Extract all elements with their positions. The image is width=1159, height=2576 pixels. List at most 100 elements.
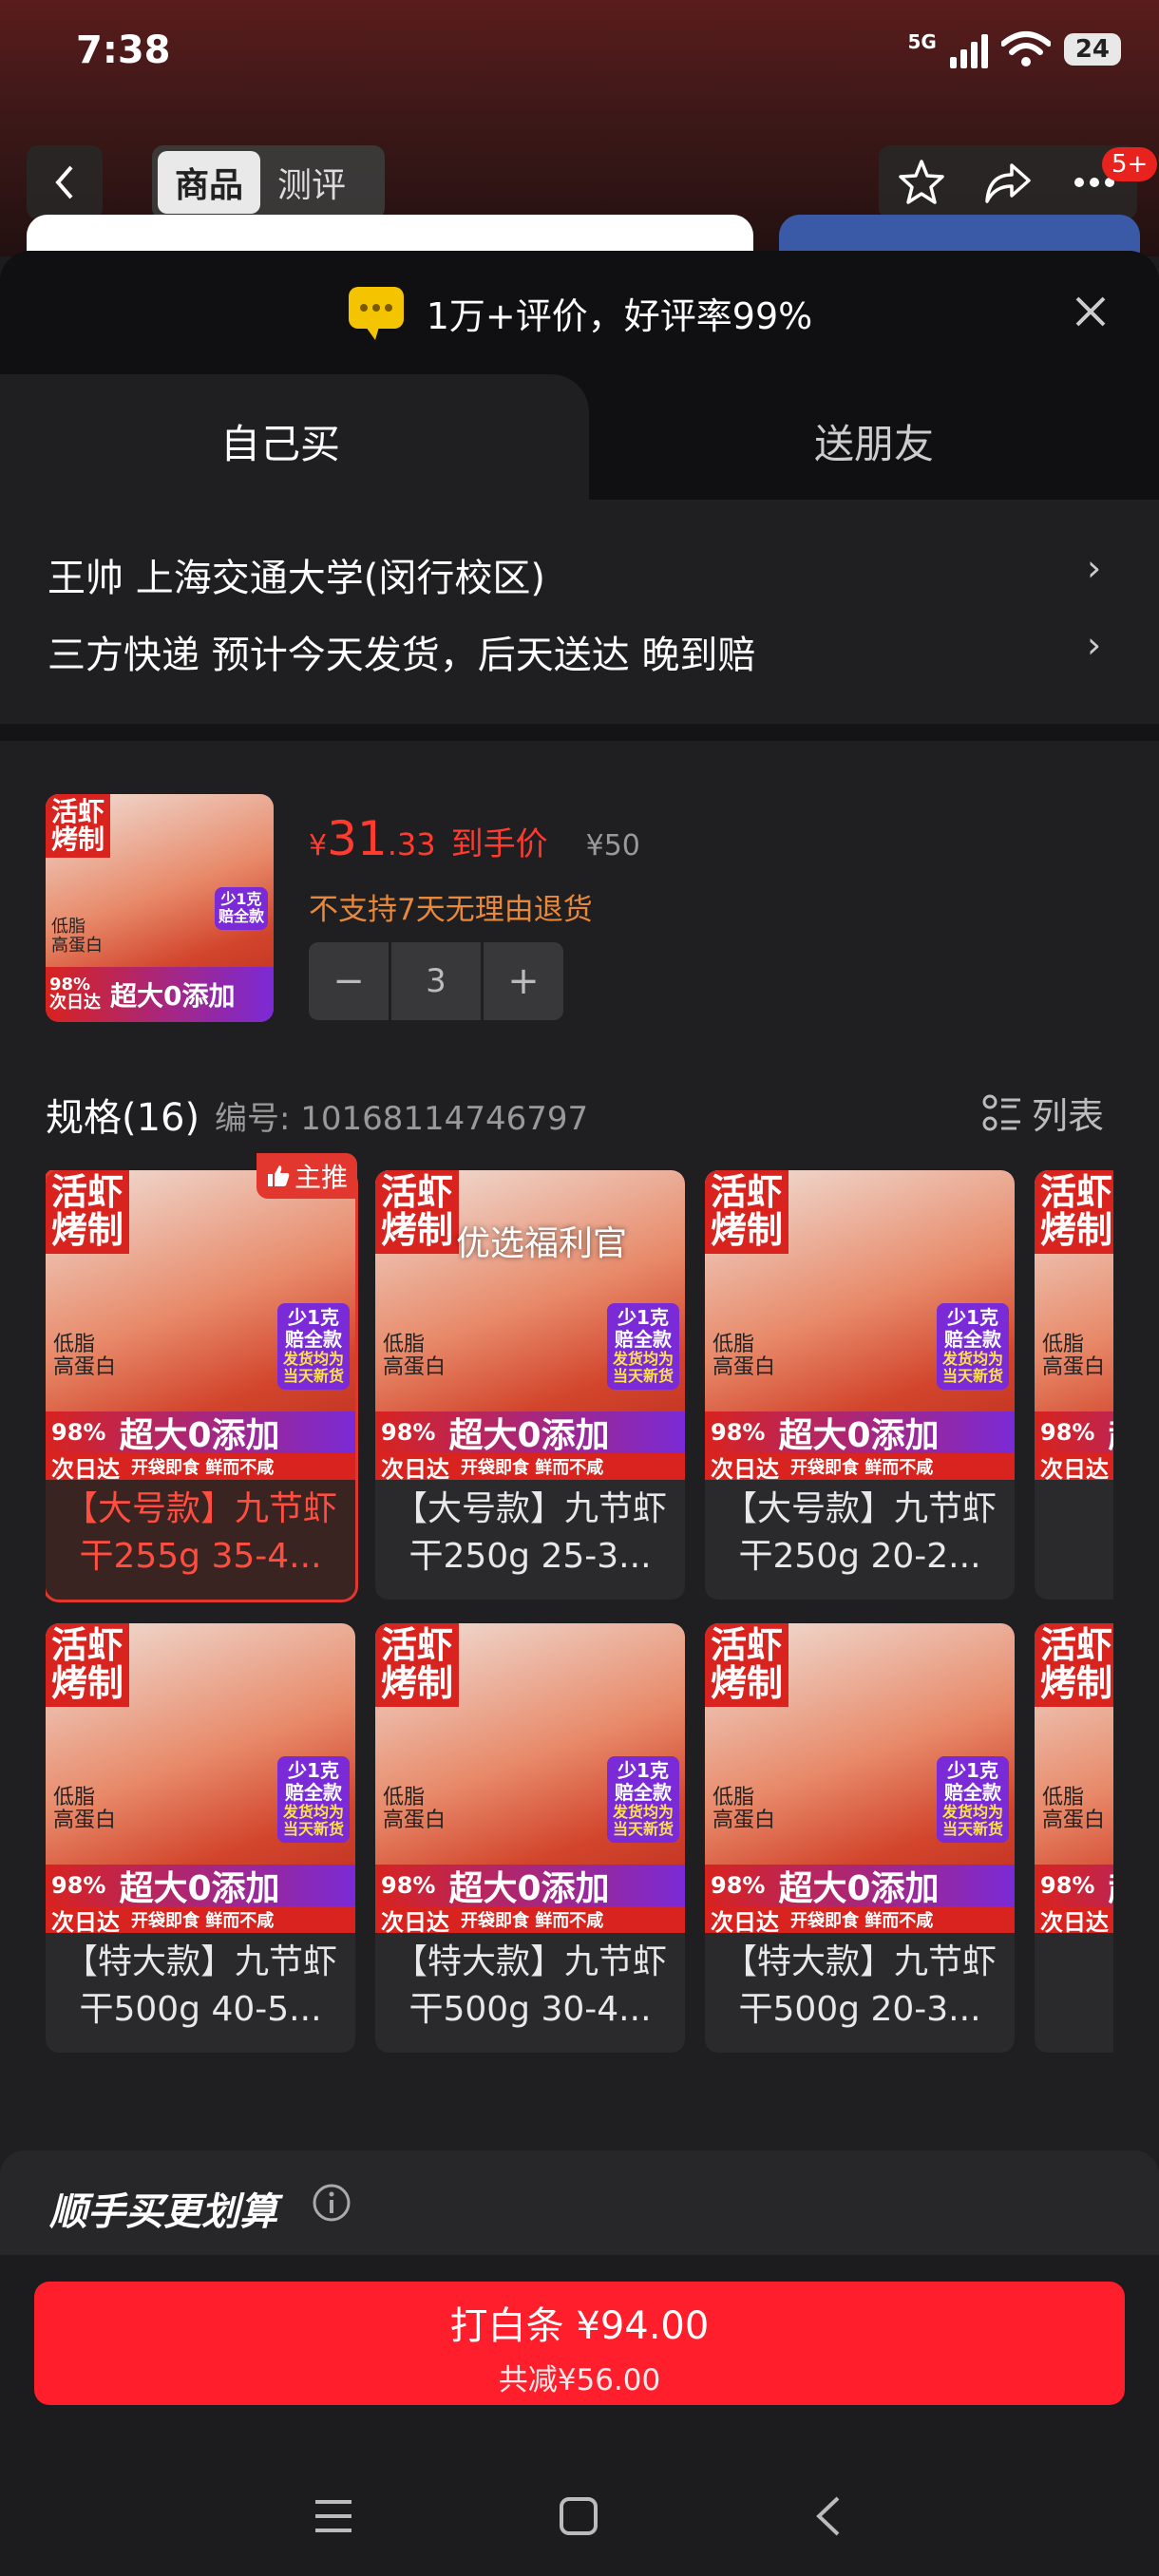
decrement-button[interactable]: − [309, 942, 389, 1020]
original-price: ¥50 [585, 829, 640, 862]
price-integer: 31 [327, 811, 388, 866]
spec-option-image: 活虾烤制少1克赔全款发货均为当天新货 低脂高蛋白 98%超大0添加次日达开袋即食 鲜… [375, 1623, 685, 1933]
image-tag: 活虾 烤制 [705, 1623, 789, 1707]
back-nav-icon[interactable] [808, 2494, 851, 2538]
star-icon[interactable] [897, 158, 946, 207]
increment-button[interactable]: + [484, 942, 563, 1020]
quantity-input[interactable]: 3 [391, 942, 481, 1020]
image-tag: 活虾 烤制 [705, 1170, 789, 1254]
thumb-tag: 活虾 烤制 [46, 794, 111, 858]
bundle-title: 顺手买更划算 [49, 2190, 277, 2234]
thumbs-up-icon [268, 1165, 290, 1186]
message-badge: 5+ [1102, 147, 1158, 181]
top-segment-control: 商品 测评 [152, 145, 385, 219]
delivery-row[interactable]: 三方快递 预计今天发货，后天送达 晚到赔 [48, 624, 755, 679]
image-side-badge: 少1克 赔全款 发货均为 当天新货 [276, 1303, 350, 1390]
image-tag: 活虾 烤制 [1035, 1170, 1113, 1254]
list-label: 列表 [1032, 1095, 1105, 1137]
price-decimal: .33 [387, 826, 436, 862]
info-icon[interactable] [312, 2183, 352, 2223]
spec-option-image: 活虾烤制少1克赔全款发货均为当天新货低脂高蛋白98%超大0添加次日达开袋即食 鲜… [1035, 1623, 1113, 1933]
delivery-chevron-icon: › [1087, 624, 1102, 666]
rating-row: 1万+评价，好评率99% [0, 279, 1159, 346]
recommend-badge: 主推 [256, 1153, 358, 1199]
spec-title: 规格(16) [46, 1096, 200, 1140]
spec-option-label: 【大号款】九节虾 干255g 35-4... [63, 1489, 337, 1577]
spec-option-image: 活虾烤制少1克赔全款发货均为当天新货低脂高蛋白98%超大0添加次日达开袋即食 鲜… [1035, 1170, 1113, 1480]
section-divider [0, 724, 1159, 741]
back-arrow-icon [55, 165, 73, 199]
spec-option-label: 【特 干 [1035, 1933, 1113, 2035]
spec-option-card[interactable]: 活虾烤制少1克赔全款发货均为当天新货 低脂高蛋白 98%超大0添加次日达开袋即食 鲜… [46, 1170, 358, 1602]
quantity-stepper: − 3 + [309, 942, 563, 1020]
comment-icon [348, 287, 404, 340]
return-policy: 不支持7天无理由退货 [309, 893, 593, 927]
spec-option-card[interactable]: 活虾烤制少1克赔全款发货均为当天新货低脂高蛋白98%超大0添加次日达开袋即食 鲜… [1035, 1623, 1113, 2053]
spec-option-image: 活虾烤制少1克赔全款发货均为当天新货低脂高蛋白98%超大0添加次日达开袋即食 鲜… [46, 1623, 355, 1933]
price-symbol: ¥ [309, 829, 328, 862]
image-tag: 活虾 烤制 [46, 1623, 130, 1707]
image-side-badge: 少1克 赔全款 发货均为 当天新货 [606, 1756, 679, 1843]
image-low-fat: 低脂 高蛋白 [53, 1786, 117, 1833]
image-low-fat: 低脂 高蛋白 [1042, 1333, 1106, 1380]
wifi-icon [1000, 31, 1051, 66]
thumb-band: 98% 次日达 超大0添加 [46, 967, 274, 1022]
price-label: 到手价 [450, 825, 548, 863]
network-label: 5G [907, 30, 937, 53]
image-band: 98%超大0添加次日达开袋即食 鲜而不咸 [1035, 1865, 1113, 1933]
tab-gift-to-friend[interactable]: 送朋友 [589, 412, 1159, 470]
image-side-badge: 少1克 赔全款 发货均为 当天新货 [936, 1756, 1009, 1843]
system-navigation-bar [0, 2460, 1159, 2576]
image-low-fat: 低脂 高蛋白 [53, 1333, 117, 1380]
close-icon[interactable] [1072, 293, 1110, 331]
purchase-sheet: 1万+评价，好评率99% 自己买 送朋友 王帅 上海交通大学(闵行校区) › 三… [0, 251, 1159, 2576]
spec-option-card[interactable]: 活虾烤制少1克赔全款发货均为当天新货 低脂高蛋白 98%超大0添加次日达开袋即食 鲜… [375, 1623, 685, 2053]
menu-icon[interactable] [312, 2494, 355, 2538]
share-icon[interactable] [983, 158, 1033, 207]
tab-reviews[interactable]: 测评 [260, 151, 363, 214]
tab-buy-for-self[interactable]: 自己买 [0, 412, 560, 470]
image-side-badge: 少1克 赔全款 发货均为 当天新货 [606, 1303, 679, 1390]
image-band: 98%超大0添加次日达开袋即食 鲜而不咸 [705, 1411, 1015, 1480]
home-icon[interactable] [557, 2494, 600, 2538]
status-time: 7:38 [76, 28, 171, 72]
address-row[interactable]: 王帅 上海交通大学(闵行校区) [48, 547, 545, 602]
spec-option-label: 【大号款】九节虾 干250g 20-2... [722, 1489, 997, 1577]
spec-option-label: 【特大款】九节虾 干500g 40-5... [63, 1942, 337, 2030]
status-icons: 5G 24 [907, 30, 1121, 68]
spec-option-label: 【大 干 [1035, 1480, 1113, 1582]
back-button[interactable] [27, 145, 103, 219]
spec-option-image: 活虾烤制少1克赔全款发货均为当天新货 低脂高蛋白 98%超大0添加次日达开袋即食 鲜… [705, 1623, 1015, 1933]
image-tag: 活虾 烤制 [375, 1170, 460, 1254]
image-band: 98%超大0添加次日达开袋即食 鲜而不咸 [1035, 1411, 1113, 1480]
image-low-fat: 低脂 高蛋白 [383, 1786, 446, 1833]
product-thumbnail[interactable]: 活虾 烤制 少1克 赔全款 低脂 高蛋白 98% 次日达 超大0添加 [46, 794, 274, 1022]
spec-option-card[interactable]: 活虾烤制少1克赔全款发货均为当天新货低脂高蛋白98%超大0添加次日达开袋即食 鲜… [1035, 1170, 1113, 1600]
top-actions [879, 145, 1137, 219]
list-view-toggle[interactable]: 列表 [982, 1087, 1104, 1139]
image-low-fat: 低脂 高蛋白 [1042, 1786, 1106, 1833]
image-low-fat: 低脂 高蛋白 [712, 1786, 776, 1833]
checkout-button[interactable]: 打白条 ¥94.00 共减¥56.00 [34, 2282, 1125, 2405]
spec-option-image: 活虾烤制少1克赔全款发货均为当天新货 低脂高蛋白 98%超大0添加次日达开袋即食 鲜… [46, 1170, 355, 1480]
image-band: 98%超大0添加次日达开袋即食 鲜而不咸 [46, 1411, 355, 1480]
spec-option-card[interactable]: 活虾烤制少1克赔全款发货均为当天新货低脂高蛋白98%超大0添加次日达开袋即食 鲜… [46, 1623, 355, 2053]
list-icon [982, 1094, 1020, 1130]
image-band: 98%超大0添加次日达开袋即食 鲜而不咸 [375, 1411, 685, 1480]
price-row: ¥ 31 .33 到手价 ¥50 [309, 811, 640, 866]
tab-goods[interactable]: 商品 [158, 151, 261, 214]
image-band: 98%超大0添加次日达开袋即食 鲜而不咸 [705, 1865, 1015, 1933]
spec-option-card[interactable]: 活虾烤制少1克赔全款发货均为当天新货低脂高蛋白98%超大0添加次日达开袋即食 鲜… [705, 1170, 1015, 1600]
spec-option-card[interactable]: 活虾烤制少1克赔全款发货均为当天新货 低脂高蛋白 98%超大0添加次日达开袋即食 鲜… [705, 1623, 1015, 2053]
image-band: 98%超大0添加次日达开袋即食 鲜而不咸 [46, 1865, 355, 1933]
spec-option-label: 【特大款】九节虾 干500g 30-4... [392, 1942, 667, 2030]
spec-option-label: 【大号款】九节虾 干250g 25-3... [392, 1489, 667, 1577]
image-tag: 活虾 烤制 [46, 1170, 130, 1254]
image-low-fat: 低脂 高蛋白 [383, 1333, 446, 1380]
rating-summary: 1万+评价，好评率99% [426, 294, 813, 337]
image-band: 98%超大0添加次日达开袋即食 鲜而不咸 [375, 1865, 685, 1933]
checkout-main-label: 打白条 ¥94.00 [449, 2304, 710, 2348]
image-tag: 活虾 烤制 [375, 1623, 460, 1707]
promo-overlay-text: 优选福利官 [456, 1224, 628, 1263]
battery-icon: 24 [1063, 33, 1121, 66]
